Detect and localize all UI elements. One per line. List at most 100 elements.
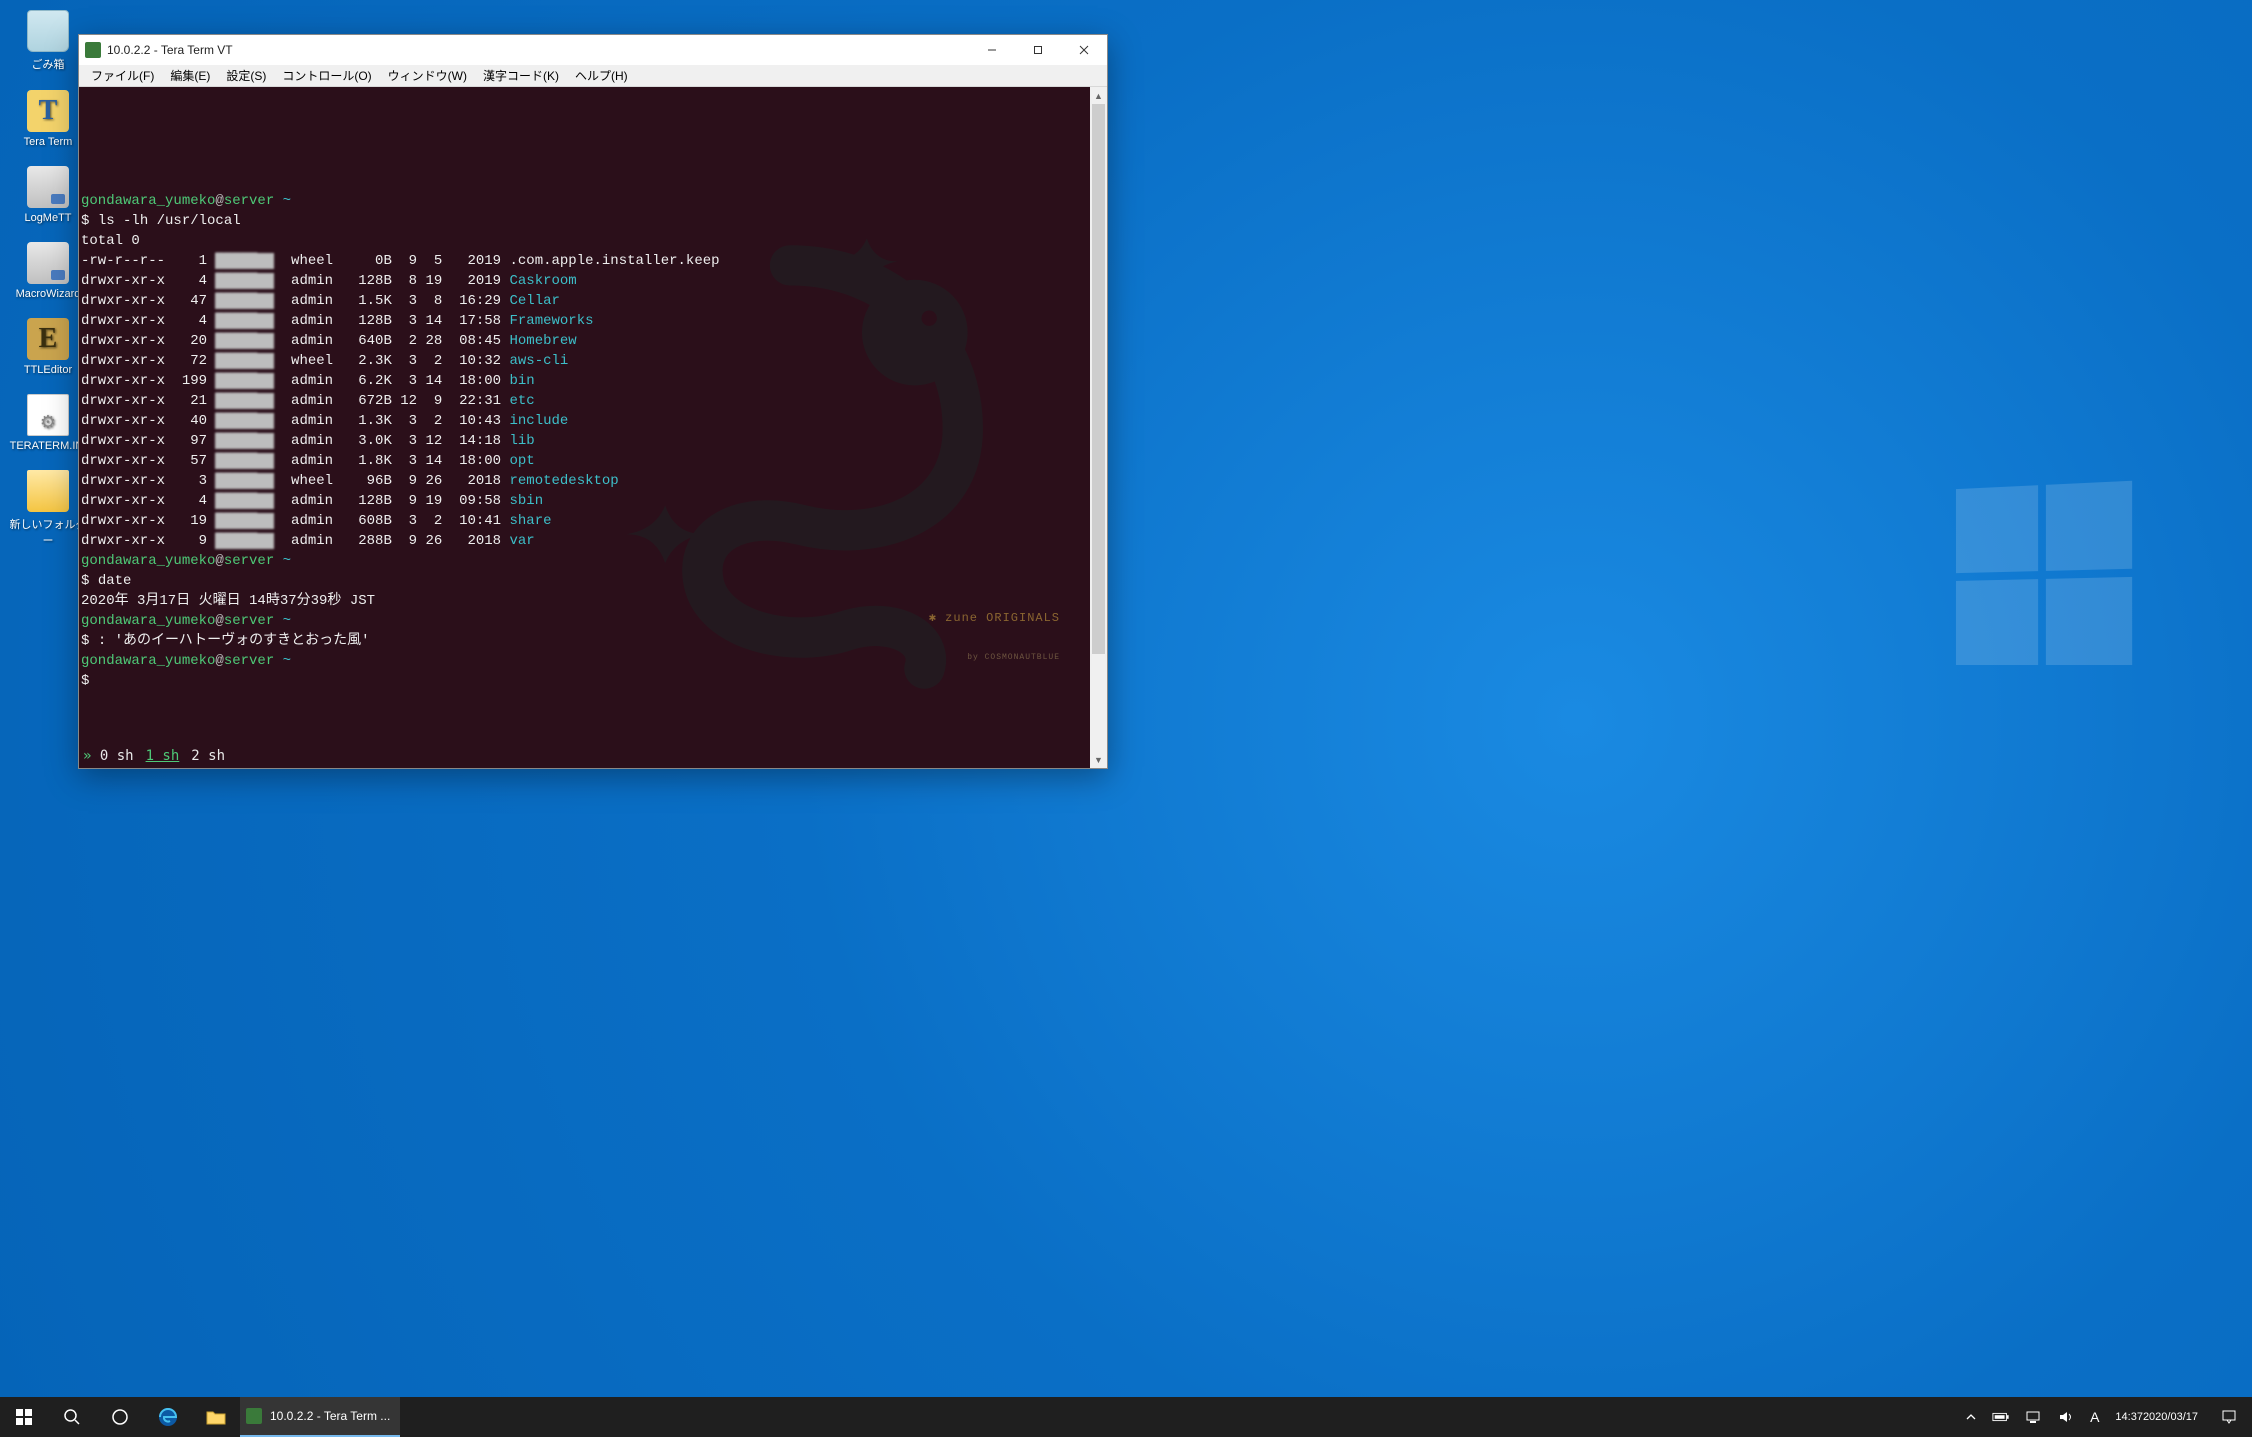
menu-item[interactable]: 設定(S) [218, 65, 274, 86]
desktop-icon-teraterm[interactable]: T Tera Term [8, 90, 88, 148]
teraterm-icon: T [27, 90, 69, 132]
desktop-icon-exe[interactable]: MacroWizard [8, 242, 88, 300]
vertical-scrollbar[interactable]: ▲ ▼ [1090, 87, 1107, 768]
terminal-line: drwxr-xr-x 4 █████ admin 128B 8 19 2019 … [81, 271, 1088, 291]
desktop-icon-label: 新しいフォルダー [8, 516, 88, 548]
terminal-area: ✱ zune ORIGINALS by COSMONAUTBLUE gondaw… [79, 87, 1107, 768]
terminal-line: drwxr-xr-x 3 █████ wheel 96B 9 26 2018 r… [81, 471, 1088, 491]
terminal-output[interactable]: ✱ zune ORIGINALS by COSMONAUTBLUE gondaw… [79, 87, 1090, 768]
taskbar: 10.0.2.2 - Tera Term ... A 14:37 2020/03… [0, 1397, 2252, 1437]
taskbar-running-teraterm[interactable]: 10.0.2.2 - Tera Term ... [240, 1397, 400, 1437]
ime-indicator[interactable]: A [2082, 1397, 2107, 1437]
desktop-icon-ttle[interactable]: E TTLEditor [8, 318, 88, 376]
teraterm-window: 10.0.2.2 - Tera Term VT ファイル(F)編集(E)設定(S… [78, 34, 1108, 769]
terminal-line: drwxr-xr-x 97 █████ admin 3.0K 3 12 14:1… [81, 431, 1088, 451]
scroll-thumb[interactable] [1092, 104, 1105, 654]
file-icon [27, 394, 69, 436]
desktop-icon-file[interactable]: TERATERM.INI [8, 394, 88, 452]
menu-item[interactable]: 編集(E) [162, 65, 218, 86]
exe-icon [27, 242, 69, 284]
terminal-line: drwxr-xr-x 72 █████ wheel 2.3K 3 2 10:32… [81, 351, 1088, 371]
volume-icon[interactable] [2050, 1397, 2082, 1437]
notification-icon [2221, 1409, 2237, 1425]
terminal-line: drwxr-xr-x 4 █████ admin 128B 3 14 17:58… [81, 311, 1088, 331]
scroll-track[interactable] [1090, 104, 1107, 751]
terminal-line: gondawara_yumeko@server ~ [81, 191, 1088, 211]
minimize-button[interactable] [969, 35, 1015, 65]
tray-overflow-button[interactable] [1958, 1397, 1984, 1437]
terminal-line: 2020年 3月17日 火曜日 14時37分39秒 JST [81, 591, 1088, 611]
screen-tab[interactable]: 0 sh [100, 748, 134, 764]
cortana-button[interactable] [96, 1397, 144, 1437]
folder-icon [27, 470, 69, 512]
desktop-icons: ごみ箱 T Tera Term LogMeTT MacroWizard E TTLEdito… [8, 10, 88, 548]
desktop-icon-label: Tera Term [24, 136, 73, 148]
terminal-line: $ date [81, 571, 1088, 591]
chevron-up-icon [1966, 1412, 1976, 1422]
start-button[interactable] [0, 1397, 48, 1437]
terminal-line: gondawara_yumeko@server ~ [81, 651, 1088, 671]
menubar: ファイル(F)編集(E)設定(S)コントロール(O)ウィンドウ(W)漢字コード(… [79, 65, 1107, 87]
terminal-line: total 0 [81, 231, 1088, 251]
clock[interactable]: 14:37 2020/03/17 [2107, 1397, 2206, 1437]
desktop-icon-exe[interactable]: LogMeTT [8, 166, 88, 224]
terminal-line: gondawara_yumeko@server ~ [81, 611, 1088, 631]
battery-icon[interactable] [1984, 1397, 2018, 1437]
terminal-line: drwxr-xr-x 4 █████ admin 128B 9 19 09:58… [81, 491, 1088, 511]
search-icon [63, 1408, 81, 1426]
scroll-down-button[interactable]: ▼ [1090, 751, 1107, 768]
terminal-line: drwxr-xr-x 9 █████ admin 288B 9 26 2018 … [81, 531, 1088, 551]
edge-button[interactable] [144, 1397, 192, 1437]
window-control-buttons [969, 35, 1107, 65]
terminal-line: $ ls -lh /usr/local [81, 211, 1088, 231]
taskbar-running-label: 10.0.2.2 - Tera Term ... [270, 1409, 390, 1423]
window-titlebar[interactable]: 10.0.2.2 - Tera Term VT [79, 35, 1107, 65]
desktop-icon-label: TERATERM.INI [10, 440, 87, 452]
close-button[interactable] [1061, 35, 1107, 65]
windows-logo-watermark [1956, 480, 2132, 664]
terminal-line: drwxr-xr-x 57 █████ admin 1.8K 3 14 18:0… [81, 451, 1088, 471]
desktop-icon-label: LogMeTT [24, 212, 71, 224]
teraterm-taskbar-icon [246, 1408, 262, 1424]
menu-item[interactable]: ヘルプ(H) [567, 65, 636, 86]
exe-icon [27, 166, 69, 208]
terminal-line: drwxr-xr-x 20 █████ admin 640B 2 28 08:4… [81, 331, 1088, 351]
desktop-icon-recycle-bin[interactable]: ごみ箱 [8, 10, 88, 72]
search-button[interactable] [48, 1397, 96, 1437]
clock-date: 2020/03/17 [2143, 1410, 2198, 1424]
folder-icon [206, 1409, 226, 1425]
window-title: 10.0.2.2 - Tera Term VT [107, 43, 969, 57]
menu-item[interactable]: 漢字コード(K) [475, 65, 567, 86]
scroll-up-button[interactable]: ▲ [1090, 87, 1107, 104]
action-center-button[interactable] [2206, 1397, 2252, 1437]
terminal-line: -rw-r--r-- 1 █████ wheel 0B 9 5 2019 .co… [81, 251, 1088, 271]
menu-item[interactable]: ウィンドウ(W) [380, 65, 475, 86]
maximize-button[interactable] [1015, 35, 1061, 65]
recycle-bin-icon [27, 10, 69, 52]
terminal-line: drwxr-xr-x 199 █████ admin 6.2K 3 14 18:… [81, 371, 1088, 391]
window-icon [85, 42, 101, 58]
menu-item[interactable]: ファイル(F) [83, 65, 162, 86]
screen-tab[interactable]: 1 sh [146, 748, 180, 764]
terminal-line: drwxr-xr-x 19 █████ admin 608B 3 2 10:41… [81, 511, 1088, 531]
terminal-line: drwxr-xr-x 47 █████ admin 1.5K 3 8 16:29… [81, 291, 1088, 311]
edge-icon [157, 1406, 179, 1428]
terminal-status-line: » 0 sh1 sh2 sh [79, 744, 1090, 768]
ttle-icon: E [27, 318, 69, 360]
desktop-icon-label: ごみ箱 [32, 56, 65, 72]
desktop-icon-label: TTLEditor [24, 364, 72, 376]
desktop-icon-label: MacroWizard [16, 288, 81, 300]
terminal-line: drwxr-xr-x 21 █████ admin 672B 12 9 22:3… [81, 391, 1088, 411]
desktop-icon-folder[interactable]: 新しいフォルダー [8, 470, 88, 548]
terminal-line: gondawara_yumeko@server ~ [81, 551, 1088, 571]
system-tray: A 14:37 2020/03/17 [1958, 1397, 2252, 1437]
clock-time: 14:37 [2115, 1410, 2143, 1424]
explorer-button[interactable] [192, 1397, 240, 1437]
screen-tab[interactable]: 2 sh [191, 748, 225, 764]
cortana-icon [111, 1408, 129, 1426]
terminal-line: $ : 'あのイーハトーヴォのすきとおった風' [81, 631, 1088, 651]
terminal-line: $ [81, 671, 1088, 691]
menu-item[interactable]: コントロール(O) [274, 65, 379, 86]
terminal-line: drwxr-xr-x 40 █████ admin 1.3K 3 2 10:43… [81, 411, 1088, 431]
network-icon[interactable] [2018, 1397, 2050, 1437]
